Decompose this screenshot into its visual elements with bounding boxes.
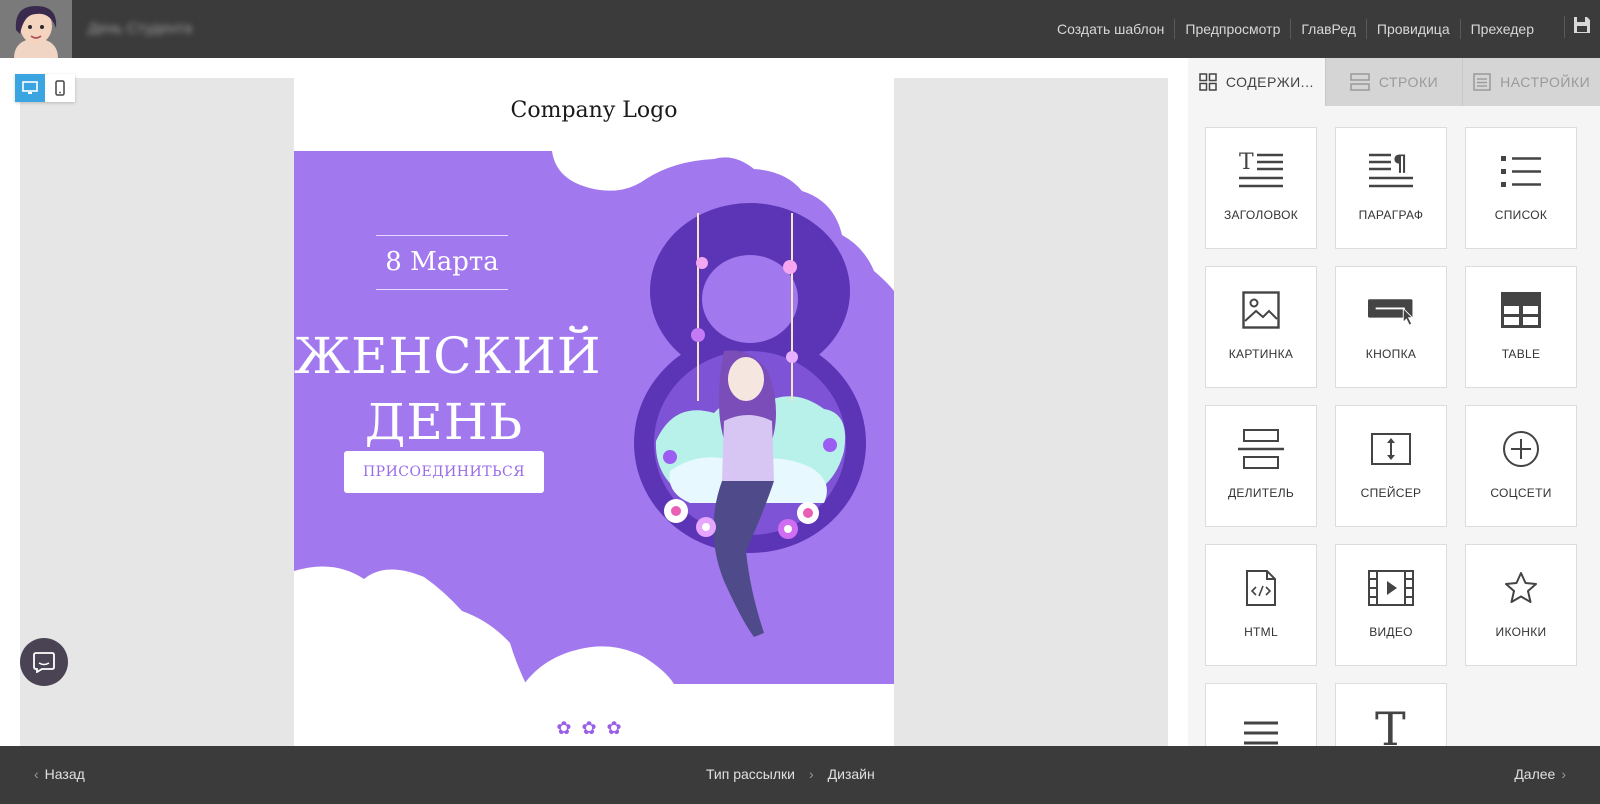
top-nav: Создать шаблон Предпросмотр ГлавРед Пров…	[1047, 0, 1544, 58]
block-html-label: HTML	[1244, 625, 1278, 639]
next-button[interactable]: Далее ›	[1514, 766, 1566, 782]
nav-glavred[interactable]: ГлавРед	[1290, 19, 1366, 39]
social-icon	[1498, 428, 1544, 470]
table-icon	[1498, 289, 1544, 331]
desktop-view-button[interactable]	[15, 74, 45, 102]
block-table[interactable]: TABLE	[1465, 266, 1577, 388]
join-button[interactable]: ПРИСОЕДИНИТЬСЯ	[344, 451, 544, 493]
button-icon	[1368, 289, 1414, 331]
star-icon	[1498, 567, 1544, 609]
step-design[interactable]: Дизайн	[828, 766, 875, 782]
html-icon	[1238, 567, 1284, 609]
back-label: Назад	[44, 766, 85, 782]
footer-flowers: ✿✿✿	[556, 718, 632, 738]
chevron-left-icon: ‹	[34, 766, 39, 782]
company-logo[interactable]: Company Logo	[294, 98, 894, 123]
grid-icon	[1199, 73, 1217, 91]
top-bar: День Студента Создать шаблон Предпросмот…	[0, 0, 1600, 58]
mobile-icon	[55, 80, 65, 96]
tab-rows-label: СТРОКИ	[1378, 74, 1439, 90]
bottom-bar: ‹ Назад Тип рассылки › Дизайн Далее ›	[0, 746, 1600, 804]
tab-content[interactable]: СОДЕРЖИ...	[1188, 58, 1326, 106]
block-paragraph[interactable]: ¶ ПАРАГРАФ	[1335, 127, 1447, 249]
next-label: Далее	[1514, 766, 1556, 782]
nav-preheader[interactable]: Прехедер	[1459, 19, 1544, 39]
floppy-disk-icon[interactable]	[1564, 16, 1590, 38]
rows-icon	[1350, 73, 1370, 91]
image-icon	[1238, 289, 1284, 331]
content-panel: СОДЕРЖИ... СТРОКИ НАСТРОЙКИ T ЗАГОЛОВОК …	[1188, 58, 1600, 746]
wizard-steps: Тип рассылки › Дизайн	[706, 766, 875, 782]
hero-banner[interactable]: 8 Марта ЖЕНСКИЙ ДЕНЬ ПРИСОЕДИНИТЬСЯ	[294, 151, 894, 684]
block-list-label: СПИСОК	[1494, 208, 1548, 222]
block-divider-label: ДЕЛИТЕЛЬ	[1227, 486, 1295, 500]
block-button[interactable]: КНОПКА	[1335, 266, 1447, 388]
hero-title: ЖЕНСКИЙ ДЕНЬ	[294, 323, 602, 455]
block-image-label: КАРТИНКА	[1228, 347, 1294, 361]
block-html[interactable]: HTML	[1205, 544, 1317, 666]
block-heading-label: ЗАГОЛОВОК	[1223, 208, 1299, 222]
block-list[interactable]: СПИСОК	[1465, 127, 1577, 249]
hero-date: 8 Марта	[385, 247, 499, 277]
block-icons[interactable]: ИКОНКИ	[1465, 544, 1577, 666]
block-icons-label: ИКОНКИ	[1495, 625, 1547, 639]
block-table-label: TABLE	[1501, 347, 1541, 361]
chevron-right-icon: ›	[808, 766, 814, 782]
settings-doc-icon	[1473, 73, 1491, 91]
block-heading[interactable]: T ЗАГОЛОВОК	[1205, 127, 1317, 249]
step-mailing-type[interactable]: Тип рассылки	[706, 766, 795, 782]
block-social[interactable]: СОЦСЕТИ	[1465, 405, 1577, 527]
block-image[interactable]: КАРТИНКА	[1205, 266, 1317, 388]
tab-content-label: СОДЕРЖИ...	[1225, 74, 1314, 90]
panel-tabs: СОДЕРЖИ... СТРОКИ НАСТРОЙКИ	[1188, 58, 1600, 106]
nav-providitsa[interactable]: Провидица	[1365, 19, 1460, 39]
hero-date-block: 8 Марта	[376, 235, 508, 290]
hero-title-line1: ЖЕНСКИЙ	[294, 327, 602, 385]
paragraph-icon: ¶	[1368, 150, 1414, 192]
email-preview[interactable]: Company Logo 8 Марта ЖЕНСКИЙ ДЕНЬ ПРИСОЕ…	[294, 78, 894, 746]
svg-text:T: T	[1375, 705, 1406, 746]
svg-text:¶: ¶	[1393, 152, 1407, 177]
block-paragraph-label: ПАРАГРАФ	[1358, 208, 1424, 222]
content-blocks-grid: T ЗАГОЛОВОК ¶ ПАРАГРАФ СПИСОК КАРТИНКА К…	[1205, 127, 1585, 746]
hero-title-line2: ДЕНЬ	[364, 393, 524, 451]
block-text[interactable]: T	[1335, 683, 1447, 746]
block-video-label: ВИДЕО	[1369, 625, 1413, 639]
block-spacer-label: СПЕЙСЕР	[1360, 486, 1422, 500]
block-button-label: КНОПКА	[1365, 347, 1417, 361]
block-divider[interactable]: ДЕЛИТЕЛЬ	[1205, 405, 1317, 527]
block-spacer[interactable]: СПЕЙСЕР	[1335, 405, 1447, 527]
back-button[interactable]: ‹ Назад	[34, 766, 85, 782]
block-social-label: СОЦСЕТИ	[1490, 486, 1552, 500]
chat-icon	[33, 652, 55, 673]
tab-settings[interactable]: НАСТРОЙКИ	[1463, 58, 1600, 106]
heading-icon: T	[1238, 150, 1284, 192]
avatar[interactable]	[0, 0, 72, 58]
block-video[interactable]: ВИДЕО	[1335, 544, 1447, 666]
device-toggle	[15, 74, 75, 102]
chat-button[interactable]	[20, 638, 68, 686]
chevron-right-icon: ›	[1561, 766, 1566, 782]
block-menu[interactable]	[1205, 683, 1317, 746]
nav-create-template[interactable]: Создать шаблон	[1047, 19, 1174, 39]
mobile-view-button[interactable]	[45, 74, 75, 102]
list-icon	[1498, 150, 1544, 192]
tab-rows[interactable]: СТРОКИ	[1325, 58, 1464, 106]
nav-preview[interactable]: Предпросмотр	[1174, 19, 1290, 39]
document-title[interactable]: День Студента	[88, 20, 192, 37]
menu-icon	[1238, 712, 1284, 746]
divider-icon	[1238, 428, 1284, 470]
desktop-icon	[22, 81, 38, 94]
spacer-icon	[1368, 428, 1414, 470]
video-icon	[1368, 567, 1414, 609]
svg-text:T: T	[1239, 151, 1254, 175]
text-icon: T	[1368, 705, 1414, 746]
tab-settings-label: НАСТРОЙКИ	[1500, 74, 1591, 90]
